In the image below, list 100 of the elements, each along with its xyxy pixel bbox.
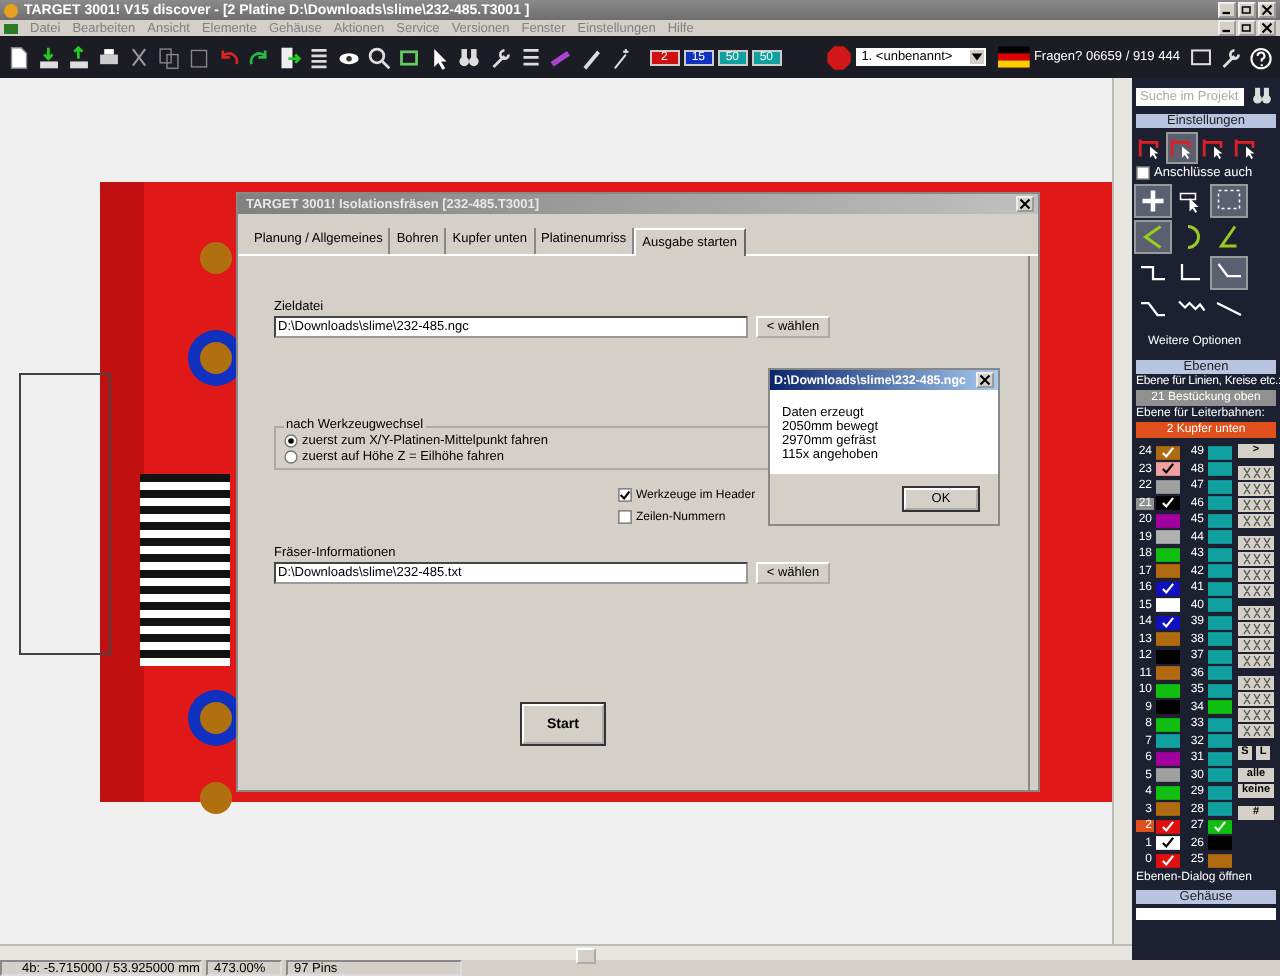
layer-color-swatch[interactable] <box>1156 496 1180 511</box>
monitor-icon[interactable] <box>1187 43 1214 71</box>
checkbox[interactable] <box>1136 166 1150 180</box>
layer-color-swatch[interactable] <box>1156 547 1180 562</box>
layer-color-swatch[interactable] <box>1208 462 1232 477</box>
pattern-button[interactable] <box>1238 606 1274 620</box>
layer-color-swatch[interactable] <box>1156 666 1180 681</box>
layer-color-swatch[interactable] <box>1156 649 1180 664</box>
layer-color-swatch[interactable] <box>1208 802 1232 817</box>
layer-color-swatch[interactable] <box>1208 530 1232 545</box>
layer-color-swatch[interactable] <box>1208 768 1232 783</box>
layer-color-swatch[interactable] <box>1156 802 1180 817</box>
layer-color-swatch[interactable] <box>1156 462 1180 477</box>
layer-color-swatch[interactable] <box>1156 479 1180 494</box>
layer-color-swatch[interactable] <box>1208 649 1232 664</box>
vertical-scrollbar[interactable] <box>1112 78 1132 944</box>
layer-color-swatch[interactable] <box>1208 564 1232 579</box>
pattern-button[interactable] <box>1238 552 1274 566</box>
plus-icon[interactable] <box>1136 186 1170 216</box>
layer-color-swatch[interactable] <box>1156 717 1180 732</box>
layer-color-swatch[interactable] <box>1156 785 1180 800</box>
layer-color-swatch[interactable] <box>1208 598 1232 613</box>
binoculars-icon[interactable] <box>456 43 483 71</box>
layer-color-swatch[interactable] <box>1156 632 1180 647</box>
list-icon[interactable] <box>517 43 544 71</box>
layer-color-swatch[interactable] <box>1156 853 1180 868</box>
layer-color-swatch[interactable] <box>1156 598 1180 613</box>
layer-color-swatch[interactable] <box>1208 683 1232 698</box>
pattern-button[interactable] <box>1238 708 1274 722</box>
wrench-icon[interactable] <box>487 43 514 71</box>
dotted-box-icon[interactable] <box>1212 186 1246 216</box>
pattern-button[interactable] <box>1238 466 1274 480</box>
pattern-button[interactable] <box>1238 676 1274 690</box>
export-icon[interactable] <box>66 43 93 71</box>
pattern-button[interactable] <box>1238 654 1274 668</box>
layer-color-swatch[interactable] <box>1208 445 1232 460</box>
checkbox[interactable] <box>618 510 632 524</box>
binoculars-icon[interactable] <box>1250 84 1274 108</box>
layer-color-swatch[interactable] <box>1156 734 1180 749</box>
pattern-button[interactable] <box>1238 692 1274 706</box>
close-icon[interactable] <box>1258 20 1276 36</box>
stop-sign-icon[interactable] <box>825 43 852 71</box>
layer-color-swatch[interactable] <box>1208 479 1232 494</box>
checkbox[interactable] <box>618 488 632 502</box>
layer-color-swatch[interactable] <box>1208 751 1232 766</box>
wrench-icon[interactable] <box>1217 43 1245 71</box>
layer-color-swatch[interactable] <box>1208 666 1232 681</box>
pattern-button[interactable] <box>1238 568 1274 582</box>
housing-field[interactable] <box>1136 907 1276 919</box>
layer-color-swatch[interactable] <box>1208 819 1232 834</box>
radio-button[interactable] <box>284 450 298 464</box>
minimize-icon[interactable] <box>1218 20 1236 36</box>
help-icon[interactable] <box>1248 43 1275 71</box>
copy-icon[interactable] <box>156 43 183 71</box>
new-file-icon[interactable] <box>6 43 33 71</box>
pattern-button[interactable] <box>1238 498 1274 512</box>
pattern-button[interactable] <box>1238 514 1274 528</box>
layer-color-swatch[interactable] <box>1208 547 1232 562</box>
layer-color-swatch[interactable] <box>1208 717 1232 732</box>
horizontal-scrollbar[interactable] <box>0 944 1132 960</box>
import-icon[interactable] <box>36 43 63 71</box>
pattern-button[interactable] <box>1238 638 1274 652</box>
layer-color-swatch[interactable] <box>1156 836 1180 851</box>
document-arrow-icon[interactable] <box>276 43 303 71</box>
pattern-button[interactable] <box>1238 584 1274 598</box>
magnifier-icon[interactable] <box>366 43 393 71</box>
close-icon[interactable] <box>976 372 994 388</box>
layer-color-swatch[interactable] <box>1156 564 1180 579</box>
stack-icon[interactable] <box>306 43 333 71</box>
corner-cursor-icon[interactable] <box>1168 134 1196 162</box>
layer-color-swatch[interactable] <box>1156 615 1180 630</box>
caret-icon[interactable] <box>970 50 985 64</box>
minimize-icon[interactable] <box>1218 2 1236 18</box>
pattern-button[interactable] <box>1238 724 1274 738</box>
corner-cursor-icon[interactable] <box>1200 134 1228 162</box>
layer-color-swatch[interactable] <box>1156 700 1180 715</box>
close-icon[interactable] <box>1016 196 1034 212</box>
layer-color-swatch[interactable] <box>1208 513 1232 528</box>
corner-cursor-icon[interactable] <box>1232 134 1260 162</box>
pattern-button[interactable] <box>1238 622 1274 636</box>
close-icon[interactable] <box>1258 2 1276 18</box>
layer-color-swatch[interactable] <box>1156 581 1180 596</box>
layer-color-swatch[interactable] <box>1208 734 1232 749</box>
layer-color-swatch[interactable] <box>1208 836 1232 851</box>
layer-color-swatch[interactable] <box>1156 513 1180 528</box>
layer-color-swatch[interactable] <box>1156 530 1180 545</box>
pattern-button[interactable] <box>1238 482 1274 496</box>
layer-color-swatch[interactable] <box>1156 683 1180 698</box>
layer-color-swatch[interactable] <box>1208 853 1232 868</box>
layer-color-swatch[interactable] <box>1156 819 1180 834</box>
layer-color-swatch[interactable] <box>1208 615 1232 630</box>
corner-cursor-icon[interactable] <box>1136 134 1164 162</box>
layer-color-swatch[interactable] <box>1208 785 1232 800</box>
pattern-button[interactable] <box>1238 536 1274 550</box>
layer-color-swatch[interactable] <box>1208 496 1232 511</box>
layer-color-swatch[interactable] <box>1156 751 1180 766</box>
layer-color-swatch[interactable] <box>1156 445 1180 460</box>
layer-color-swatch[interactable] <box>1208 632 1232 647</box>
radio-button[interactable] <box>284 434 298 448</box>
layer-color-swatch[interactable] <box>1208 581 1232 596</box>
